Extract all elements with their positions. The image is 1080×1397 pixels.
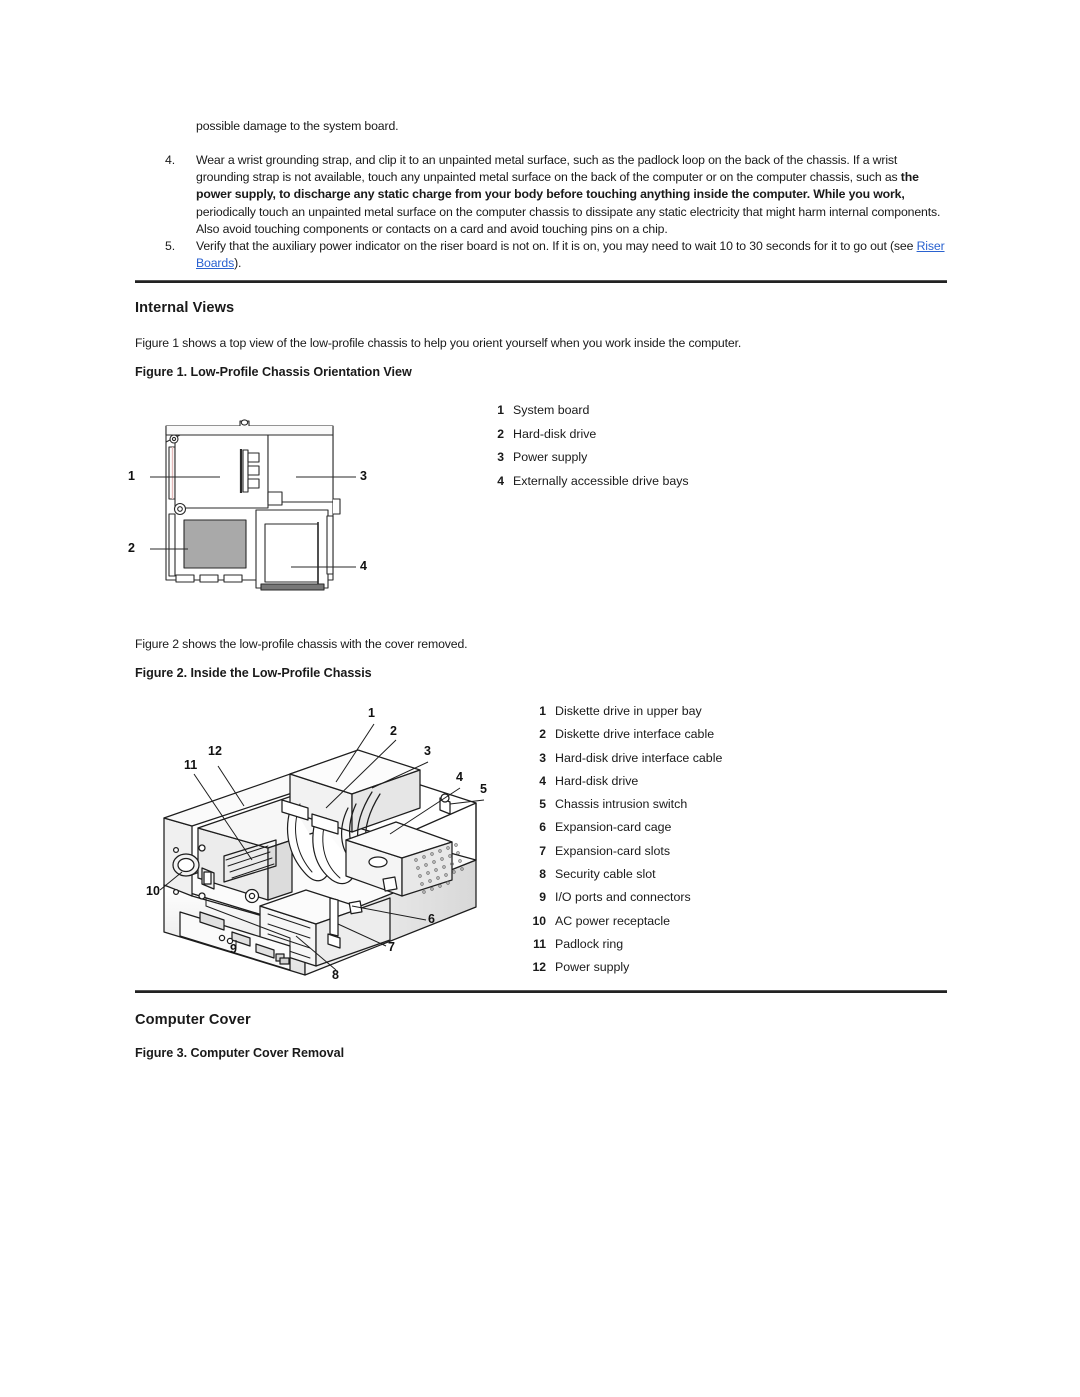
procedure-step-list: 4. Wear a wrist grounding strap, and cli… bbox=[165, 152, 947, 272]
legend-item: 12 Power supply bbox=[520, 960, 722, 983]
legend-number: 9 bbox=[539, 890, 546, 905]
legend-number: 11 bbox=[533, 936, 546, 951]
figure2-callout-10: 10 bbox=[146, 884, 160, 898]
step-text-part: Verify that the auxiliary power indicato… bbox=[196, 239, 917, 254]
legend-label: Hard-disk drive bbox=[513, 426, 597, 441]
legend-number: 8 bbox=[539, 867, 546, 882]
figure2-callout-12: 12 bbox=[208, 744, 222, 758]
legend-number: 2 bbox=[539, 727, 546, 742]
legend-label: Chassis intrusion switch bbox=[555, 797, 688, 812]
figure2-callout-3: 3 bbox=[424, 744, 431, 758]
continued-paragraph: possible damage to the system board. bbox=[196, 119, 399, 133]
figure1-callout-1: 1 bbox=[128, 469, 135, 483]
legend-item: 3 Hard-disk drive interface cable bbox=[520, 751, 722, 774]
legend-item: 10 AC power receptacle bbox=[520, 914, 722, 937]
legend-label: Externally accessible drive bays bbox=[513, 473, 689, 488]
figure1-caption: Figure 1. Low-Profile Chassis Orientatio… bbox=[135, 365, 412, 379]
legend-label: Hard-disk drive bbox=[555, 773, 639, 788]
legend-label: AC power receptacle bbox=[555, 913, 671, 928]
figure1-callout-4: 4 bbox=[360, 559, 367, 573]
figure2-callout-4: 4 bbox=[456, 770, 463, 784]
step-text-part: ). bbox=[234, 256, 242, 271]
legend-item: 11 Padlock ring bbox=[520, 937, 722, 960]
figure2-callout-7: 7 bbox=[388, 940, 395, 954]
figure2-callout-8: 8 bbox=[332, 968, 339, 982]
legend-item: 2 Diskette drive interface cable bbox=[520, 727, 722, 750]
section-divider-top bbox=[135, 280, 947, 283]
figure1-legend: 1 System board 2 Hard-disk drive 3 Power… bbox=[478, 403, 689, 498]
figure1-intro-paragraph: Figure 1 shows a top view of the low-pro… bbox=[135, 336, 742, 350]
step-text-part: Wear a wrist grounding strap, and clip i… bbox=[196, 153, 901, 185]
legend-number: 1 bbox=[539, 704, 546, 718]
legend-label: Expansion-card cage bbox=[555, 820, 672, 835]
legend-number: 10 bbox=[532, 913, 546, 928]
legend-item: 1 System board bbox=[478, 403, 689, 427]
legend-number: 1 bbox=[497, 403, 504, 417]
legend-number: 4 bbox=[539, 773, 546, 788]
step-number: 5. bbox=[165, 239, 175, 254]
figure2-callout-6: 6 bbox=[428, 912, 435, 926]
figure2-callout-1: 1 bbox=[368, 706, 375, 720]
step-text-part: periodically touch an unpainted metal su… bbox=[196, 204, 941, 236]
legend-label: Security cable slot bbox=[555, 867, 656, 882]
low-profile-chassis-top-view-svg bbox=[150, 419, 356, 591]
figure2-callout-2: 2 bbox=[390, 724, 397, 738]
legend-item: 4 Hard-disk drive bbox=[520, 774, 722, 797]
legend-item: 2 Hard-disk drive bbox=[478, 427, 689, 451]
legend-number: 7 bbox=[539, 843, 546, 858]
figure1-callout-2: 2 bbox=[128, 541, 135, 555]
legend-label: Diskette drive in upper bay bbox=[555, 704, 702, 718]
legend-item: 4 Externally accessible drive bays bbox=[478, 473, 689, 498]
section-divider-bottom bbox=[135, 990, 947, 993]
figure3-caption: Figure 3. Computer Cover Removal bbox=[135, 1046, 345, 1060]
figure1-callout-3: 3 bbox=[360, 469, 367, 483]
legend-label: System board bbox=[513, 403, 590, 417]
list-item: 5. Verify that the auxiliary power indic… bbox=[165, 238, 947, 272]
legend-label: Hard-disk drive interface cable bbox=[555, 750, 723, 765]
legend-label: I/O ports and connectors bbox=[555, 890, 691, 905]
legend-item: 8 Security cable slot bbox=[520, 867, 722, 890]
figure2-caption: Figure 2. Inside the Low-Profile Chassis bbox=[135, 666, 372, 680]
legend-number: 6 bbox=[539, 820, 546, 835]
inside-low-profile-chassis-svg bbox=[159, 723, 485, 976]
legend-number: 5 bbox=[539, 797, 546, 812]
legend-label: Padlock ring bbox=[555, 936, 624, 951]
step-text: Wear a wrist grounding strap, and clip i… bbox=[196, 152, 947, 238]
figure2-legend: 1 Diskette drive in upper bay 2 Diskette… bbox=[520, 704, 722, 984]
list-item: 4. Wear a wrist grounding strap, and cli… bbox=[165, 152, 947, 238]
legend-number: 3 bbox=[539, 750, 546, 765]
legend-item: 7 Expansion-card slots bbox=[520, 844, 722, 867]
legend-label: Power supply bbox=[513, 450, 588, 464]
figure2-callout-9: 9 bbox=[230, 942, 237, 956]
section-heading-internal-views: Internal Views bbox=[135, 300, 235, 316]
legend-item: 6 Expansion-card cage bbox=[520, 820, 722, 843]
legend-number: 4 bbox=[497, 473, 504, 488]
figure2-drawing: 1 2 3 4 5 6 7 8 9 10 11 12 bbox=[140, 700, 510, 997]
figure2-intro-paragraph: Figure 2 shows the low-profile chassis w… bbox=[135, 637, 468, 651]
legend-number: 2 bbox=[497, 426, 504, 441]
legend-label: Diskette drive interface cable bbox=[555, 727, 715, 742]
legend-number: 12 bbox=[532, 960, 546, 975]
legend-item: 3 Power supply bbox=[478, 450, 689, 474]
legend-number: 3 bbox=[497, 450, 504, 464]
legend-item: 5 Chassis intrusion switch bbox=[520, 797, 722, 820]
figure2-callout-11: 11 bbox=[184, 758, 198, 772]
step-number: 4. bbox=[165, 153, 175, 167]
step-text: Verify that the auxiliary power indicato… bbox=[196, 238, 947, 272]
legend-label: Power supply bbox=[555, 960, 630, 975]
legend-label: Expansion-card slots bbox=[555, 843, 671, 858]
legend-item: 1 Diskette drive in upper bay bbox=[520, 704, 722, 727]
figure2-callout-5: 5 bbox=[480, 782, 487, 796]
document-page: possible damage to the system board. 4. … bbox=[0, 0, 1080, 1397]
legend-item: 9 I/O ports and connectors bbox=[520, 890, 722, 913]
section-heading-computer-cover: Computer Cover bbox=[135, 1012, 251, 1028]
figure1-drawing: 1 2 3 4 bbox=[128, 404, 378, 609]
